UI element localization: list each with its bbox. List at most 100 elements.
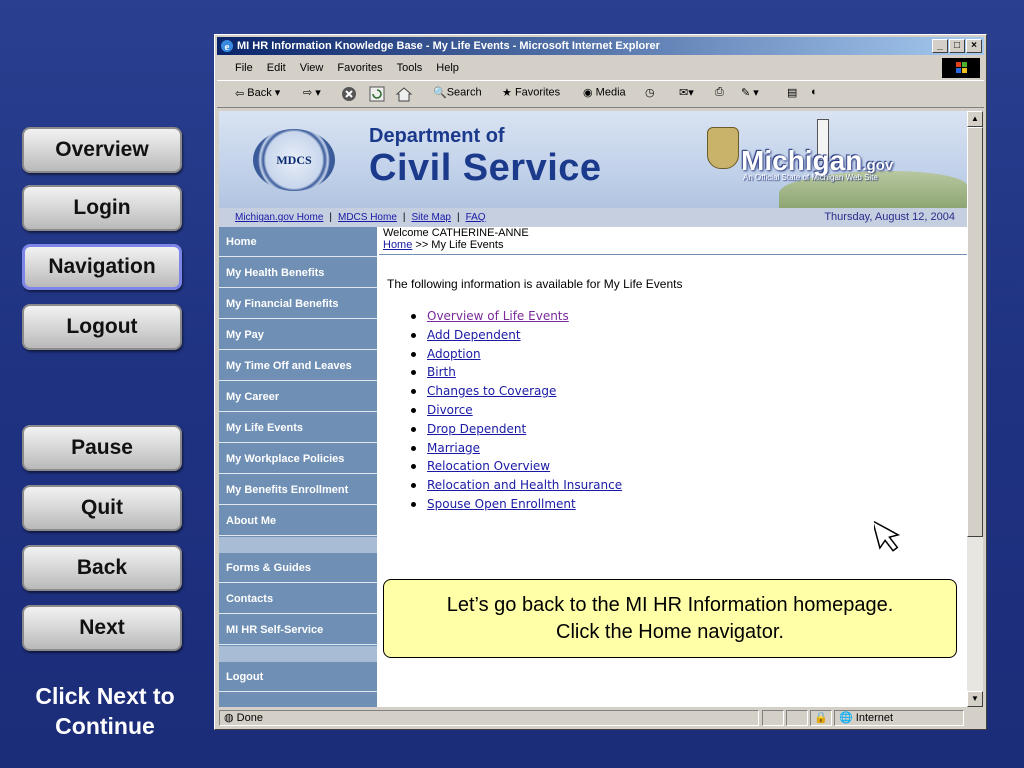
nav-my-career[interactable]: My Career <box>219 382 377 412</box>
nav-my-workplace-policies[interactable]: My Workplace Policies <box>219 444 377 474</box>
list-item: Spouse Open Enrollment <box>407 495 622 514</box>
login-button[interactable]: Login <box>22 185 182 231</box>
messenger-button[interactable]: ◐ <box>811 86 818 98</box>
nav-my-time-off[interactable]: My Time Off and Leaves <box>219 351 377 381</box>
favorites-button[interactable]: ★ Favorites <box>502 86 560 99</box>
print-icon: ⎙ <box>715 86 724 98</box>
event-link[interactable]: Divorce <box>427 403 473 417</box>
event-link[interactable]: Add Dependent <box>427 328 521 342</box>
edit-icon: ✎ <box>741 87 751 99</box>
list-item: Overview of Life Events <box>407 307 622 326</box>
event-link[interactable]: Relocation Overview <box>427 459 550 473</box>
site-map-link[interactable]: Site Map <box>412 212 451 223</box>
maximize-button[interactable]: □ <box>949 39 965 53</box>
ie-icon: e <box>220 39 234 53</box>
event-link[interactable]: Adoption <box>427 347 481 361</box>
navigation-button[interactable]: Navigation <box>22 244 182 290</box>
status-bar: ◍ Done 🔒 🌐 Internet <box>217 709 984 727</box>
media-icon: ◉ <box>583 87 593 99</box>
event-link[interactable]: Relocation and Health Insurance <box>427 478 622 492</box>
menu-tools[interactable]: Tools <box>397 62 423 74</box>
menu-edit[interactable]: Edit <box>267 62 286 74</box>
event-link[interactable]: Drop Dependent <box>427 422 526 436</box>
welcome-text: Welcome CATHERINE-ANNE <box>383 227 529 239</box>
forward-nav-button[interactable]: ⇨ ▾ <box>303 86 321 99</box>
refresh-button[interactable] <box>369 86 385 105</box>
edit-button[interactable]: ✎ ▾ <box>741 86 759 99</box>
michigan-crest-icon <box>707 127 739 169</box>
minimize-button[interactable]: _ <box>932 39 948 53</box>
event-link[interactable]: Marriage <box>427 441 480 455</box>
search-label: Search <box>446 86 482 99</box>
mdcs-home-link[interactable]: MDCS Home <box>338 212 397 223</box>
back-nav-button[interactable]: ⇦ Back ▾ <box>235 86 280 100</box>
next-button[interactable]: Next <box>22 605 182 651</box>
faq-link[interactable]: FAQ <box>466 212 486 223</box>
quit-button[interactable]: Quit <box>22 485 182 531</box>
menu-file[interactable]: File <box>235 62 253 74</box>
favorites-star-icon: ★ <box>502 87 512 99</box>
welcome-block: Welcome CATHERINE-ANNE Home >> My Life E… <box>383 227 529 251</box>
overview-button[interactable]: Overview <box>22 127 182 173</box>
messenger-icon: ◐ <box>811 86 818 98</box>
nav-logout[interactable]: Logout <box>219 662 377 692</box>
nav-forms-guides[interactable]: Forms & Guides <box>219 553 377 583</box>
nav-my-benefits-enrollment[interactable]: My Benefits Enrollment <box>219 475 377 505</box>
history-icon: ◷ <box>645 87 655 99</box>
nav-home[interactable]: Home <box>219 227 377 257</box>
vertical-scrollbar[interactable]: ▲ ▼ <box>967 111 983 707</box>
breadcrumb-current: >> My Life Events <box>412 239 504 251</box>
event-link[interactable]: Overview of Life Events <box>427 309 569 323</box>
nav-my-financial-benefits[interactable]: My Financial Benefits <box>219 289 377 319</box>
menu-favorites[interactable]: Favorites <box>337 62 382 74</box>
page-done-icon: ◍ <box>224 712 234 724</box>
home-button[interactable] <box>395 86 413 105</box>
windows-logo-icon <box>942 58 980 78</box>
media-label: Media <box>595 86 626 99</box>
scroll-up-button[interactable]: ▲ <box>967 111 983 127</box>
menu-help[interactable]: Help <box>436 62 459 74</box>
nav-mi-hr-self-service[interactable]: MI HR Self-Service <box>219 615 377 645</box>
content-divider <box>379 254 967 255</box>
svg-text:e: e <box>225 41 230 53</box>
stop-button[interactable] <box>341 86 357 105</box>
print-button[interactable]: ⎙ <box>715 86 724 99</box>
window-title: MI HR Information Knowledge Base - My Li… <box>237 40 660 52</box>
back-button[interactable]: Back <box>22 545 182 591</box>
globe-icon: 🌐 <box>839 712 853 724</box>
media-button[interactable]: ◉ Media <box>583 86 626 99</box>
search-button[interactable]: 🔍Search <box>433 86 482 99</box>
status-cell <box>762 710 784 726</box>
nav-contacts[interactable]: Contacts <box>219 584 377 614</box>
back-nav-label: Back <box>247 87 272 99</box>
zone-text: Internet <box>855 712 894 724</box>
browser-toolbar: ⇦ Back ▾ ⇨ ▾ 🔍Search ★ Favorites ◉ Media… <box>217 80 984 108</box>
list-item: Relocation Overview <box>407 457 622 476</box>
event-link[interactable]: Spouse Open Enrollment <box>427 497 576 511</box>
mouse-cursor-icon <box>874 519 901 552</box>
list-item: Divorce <box>407 401 622 420</box>
breadcrumb-home-link[interactable]: Home <box>383 239 412 251</box>
history-button[interactable]: ◷ <box>645 86 655 99</box>
list-item: Relocation and Health Insurance <box>407 476 622 495</box>
event-link[interactable]: Changes to Coverage <box>427 384 556 398</box>
scroll-down-button[interactable]: ▼ <box>967 691 983 707</box>
official-site-text: An Official State of Michigan Web Site <box>743 173 878 182</box>
search-icon: 🔍 <box>433 87 447 99</box>
mail-button[interactable]: ✉▾ <box>679 86 694 99</box>
continue-instruction: Click Next to Continue <box>35 683 175 739</box>
nav-my-life-events[interactable]: My Life Events <box>219 413 377 443</box>
scroll-thumb[interactable] <box>967 127 983 537</box>
department-line1: Department of <box>369 125 505 147</box>
close-window-button[interactable]: × <box>966 39 982 53</box>
nav-my-pay[interactable]: My Pay <box>219 320 377 350</box>
nav-my-health-benefits[interactable]: My Health Benefits <box>219 258 377 288</box>
stop-icon <box>342 87 356 101</box>
pause-button[interactable]: Pause <box>22 425 182 471</box>
event-link[interactable]: Birth <box>427 365 456 379</box>
discuss-button[interactable]: ▤ <box>787 86 797 99</box>
michigan-gov-home-link[interactable]: Michigan.gov Home <box>235 212 323 223</box>
logout-button[interactable]: Logout <box>22 304 182 350</box>
menu-view[interactable]: View <box>300 62 324 74</box>
nav-about-me[interactable]: About Me <box>219 506 377 536</box>
